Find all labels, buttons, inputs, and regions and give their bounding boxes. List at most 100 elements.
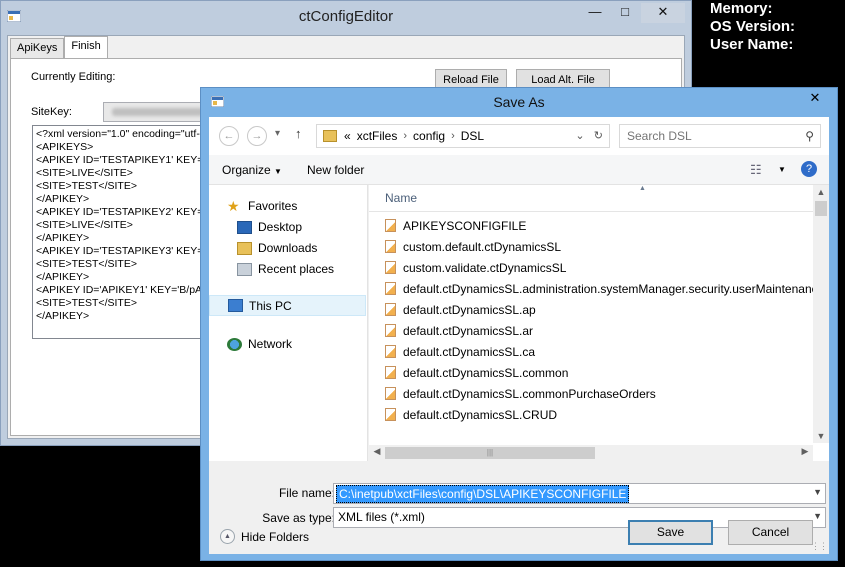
file-icon	[385, 219, 396, 232]
file-icon	[385, 324, 396, 337]
breadcrumb-xctfiles[interactable]: xctFiles	[357, 129, 398, 143]
file-icon	[385, 366, 396, 379]
save-as-type-label: Save as type:	[262, 511, 335, 525]
save-as-type-value: XML files (*.xml)	[338, 510, 425, 524]
organize-label: Organize	[222, 163, 271, 177]
vertical-scrollbar[interactable]: ▲ ▼	[813, 185, 829, 443]
save-as-dialog: Save As ✕ ← → ▾ ↑ « xctFiles › config › …	[200, 87, 838, 561]
redacted-sitekey	[112, 108, 204, 116]
cancel-button[interactable]: Cancel	[728, 520, 813, 545]
folder-icon	[323, 130, 337, 142]
nav-downloads-label: Downloads	[258, 241, 318, 255]
view-dropdown-icon[interactable]: ▼	[778, 165, 786, 174]
horizontal-scrollbar[interactable]: ◀ ||| ▶	[369, 445, 813, 461]
dialog-title: Save As	[493, 94, 545, 110]
address-tools: ⌄ ↻	[575, 129, 603, 142]
file-name: APIKEYSCONFIGFILE	[403, 218, 527, 233]
xml-line: </APIKEY>	[36, 310, 90, 322]
file-list-pane: ▲ Name APIKEYSCONFIGFILE custom.default.c…	[369, 185, 829, 461]
refresh-icon[interactable]: ↻	[594, 130, 603, 142]
command-bar: Organize ▼ New folder ☷ ▼ ?	[209, 155, 829, 185]
search-icon[interactable]: ⚲	[805, 129, 814, 143]
dialog-close-button[interactable]: ✕	[801, 88, 829, 108]
scroll-up-icon[interactable]: ▲	[813, 187, 829, 197]
sitekey-label: SiteKey:	[31, 106, 72, 118]
xml-line: <APIKEY ID='APIKEY1' KEY='B/pA	[36, 284, 203, 296]
breadcrumb-chevron-icon[interactable]: ›	[451, 130, 455, 142]
hide-folders-button[interactable]: ▲ Hide Folders	[220, 529, 309, 544]
view-options-icon[interactable]: ☷	[750, 162, 762, 178]
minimize-button[interactable]: —	[581, 3, 609, 23]
currently-editing-label: Currently Editing:	[31, 71, 116, 83]
file-list-item[interactable]: default.ctDynamicsSL.commonPurchaseOrder…	[385, 383, 815, 404]
search-box: ⚲	[619, 124, 821, 148]
address-bar[interactable]: « xctFiles › config › DSL ⌄ ↻	[316, 124, 610, 148]
xml-line: </APIKEY>	[36, 271, 90, 283]
save-button[interactable]: Save	[628, 520, 713, 545]
save-as-type-dropdown-icon[interactable]: ▼	[813, 511, 822, 521]
nav-this-pc-label: This PC	[249, 298, 292, 313]
forward-button[interactable]: →	[247, 126, 267, 146]
file-icon	[385, 261, 396, 274]
scroll-down-icon[interactable]: ▼	[813, 431, 829, 441]
file-icon	[385, 408, 396, 421]
resize-grip-icon[interactable]: ⋮⋮	[811, 541, 828, 552]
file-name: default.ctDynamicsSL.ar	[403, 323, 534, 338]
nav-recent-places[interactable]: Recent places	[237, 262, 334, 276]
nav-favorites[interactable]: ★ Favorites	[227, 197, 297, 214]
file-list-item[interactable]: default.ctDynamicsSL.administration.syst…	[385, 278, 824, 299]
file-list-item[interactable]: default.ctDynamicsSL.ap	[385, 299, 815, 320]
file-list-item[interactable]: default.ctDynamicsSL.common	[385, 362, 815, 383]
up-button[interactable]: ↑	[295, 126, 302, 141]
organize-button[interactable]: Organize ▼	[222, 163, 282, 177]
file-list-item[interactable]: custom.default.ctDynamicsSL	[385, 236, 815, 257]
breadcrumb-chevron-icon[interactable]: ›	[403, 130, 407, 142]
file-list-item[interactable]: default.ctDynamicsSL.ca	[385, 341, 815, 362]
maximize-button[interactable]: □	[611, 3, 639, 23]
computer-icon	[228, 299, 243, 312]
desktop-icon	[237, 220, 252, 234]
breadcrumb-dsl[interactable]: DSL	[461, 129, 484, 143]
search-input[interactable]	[620, 125, 790, 147]
new-folder-button[interactable]: New folder	[307, 163, 364, 177]
nav-network[interactable]: Network	[227, 337, 292, 351]
file-list-item[interactable]: APIKEYSCONFIGFILE	[385, 215, 815, 236]
help-icon[interactable]: ?	[801, 161, 817, 177]
recent-locations-chevron-icon[interactable]: ▾	[275, 128, 280, 139]
os-version-label: OS Version:	[710, 18, 796, 35]
star-icon: ★	[227, 197, 240, 214]
xml-content-area[interactable]: <?xml version="1.0" encoding="utf- <APIKE…	[32, 125, 212, 339]
network-icon	[227, 337, 242, 351]
name-column-header[interactable]: Name	[385, 191, 417, 205]
address-dropdown-icon[interactable]: ⌄	[575, 130, 584, 142]
horizontal-scroll-thumb[interactable]: |||	[385, 447, 595, 459]
scroll-right-icon[interactable]: ▶	[797, 446, 813, 457]
breadcrumb-overflow[interactable]: «	[344, 129, 351, 143]
file-name: default.ctDynamicsSL.ap	[403, 302, 536, 317]
xml-line: <SITE>LIVE</SITE>	[36, 219, 133, 231]
tab-apikeys[interactable]: ApiKeys	[10, 38, 65, 58]
recent-places-icon	[237, 262, 252, 276]
file-name: default.ctDynamicsSL.common	[403, 365, 569, 380]
vertical-scroll-thumb[interactable]	[815, 201, 827, 216]
file-list-item[interactable]: default.ctDynamicsSL.ar	[385, 320, 815, 341]
nav-this-pc[interactable]: This PC	[209, 295, 366, 316]
sitekey-field[interactable]	[103, 102, 208, 122]
file-name-combobox[interactable]: C:\inetpub\xctFiles\config\DSL\APIKEYSCO…	[333, 483, 826, 504]
file-name-input[interactable]: C:\inetpub\xctFiles\config\DSL\APIKEYSCO…	[336, 485, 630, 503]
breadcrumb-config[interactable]: config	[413, 129, 445, 143]
scroll-left-icon[interactable]: ◀	[369, 446, 385, 457]
nav-desktop[interactable]: Desktop	[237, 220, 302, 234]
close-button[interactable]: ✕	[641, 3, 685, 23]
file-list-item[interactable]: default.ctDynamicsSL.CRUD	[385, 404, 815, 425]
user-name-label: User Name:	[710, 36, 794, 53]
nav-network-label: Network	[248, 337, 293, 351]
nav-recent-label: Recent places	[258, 262, 335, 276]
back-button[interactable]: ←	[219, 126, 239, 146]
file-list-item[interactable]: custom.validate.ctDynamicsSL	[385, 257, 815, 278]
address-row: ← → ▾ ↑ « xctFiles › config › DSL ⌄ ↻ ⚲	[209, 117, 829, 155]
tab-finish[interactable]: Finish	[64, 36, 108, 58]
xml-line: <APIKEY ID='TESTAPIKEY1' KEY=	[36, 154, 204, 166]
file-name-dropdown-icon[interactable]: ▼	[813, 487, 822, 497]
nav-downloads[interactable]: Downloads	[237, 241, 317, 255]
